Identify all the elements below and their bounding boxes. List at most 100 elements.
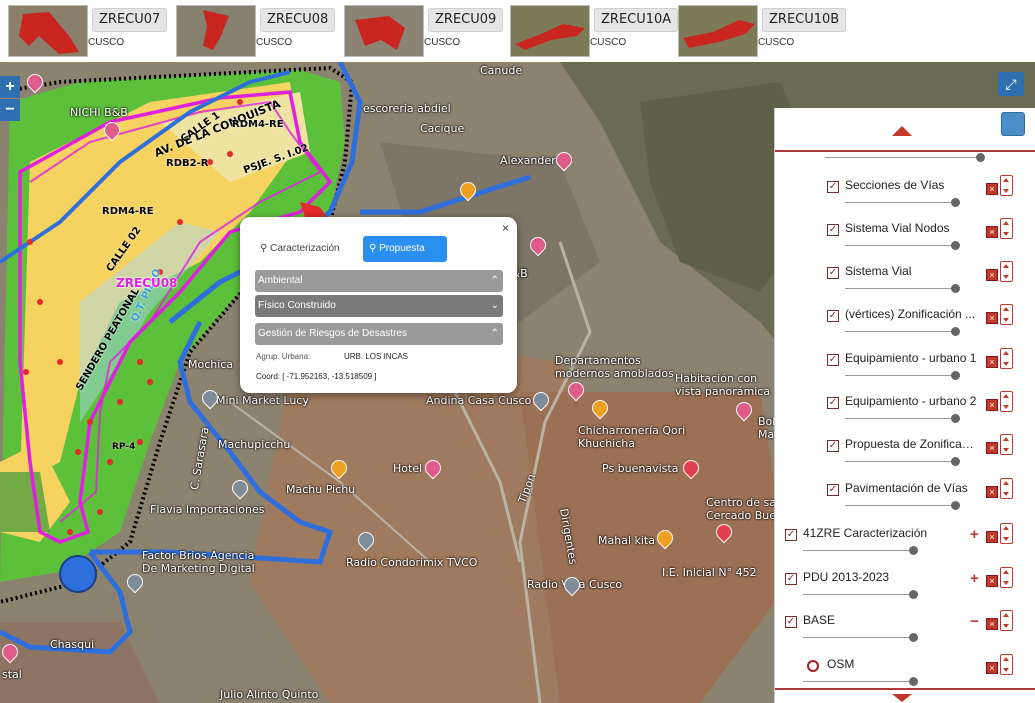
remove-layer-icon[interactable]: ×	[986, 575, 998, 587]
zone-thumbnail[interactable]	[8, 5, 88, 57]
zone-thumbnail[interactable]	[510, 5, 590, 57]
scroll-down-icon[interactable]	[892, 694, 912, 702]
layers-icon[interactable]	[1001, 112, 1025, 136]
remove-layer-icon[interactable]: ×	[986, 486, 998, 498]
opacity-slider[interactable]	[845, 241, 960, 250]
reorder-icon[interactable]	[1000, 348, 1013, 369]
layer-checkbox[interactable]: ✓	[827, 354, 839, 366]
zone-name[interactable]: ZRECU10A	[594, 8, 679, 32]
remove-layer-icon[interactable]: ×	[986, 442, 998, 454]
section-gestion-riesgos[interactable]: Gestión de Riesgos de Desastres ⌃	[255, 323, 503, 345]
opacity-slider[interactable]	[825, 153, 985, 162]
opacity-slider[interactable]	[803, 546, 918, 555]
slider-knob[interactable]	[976, 153, 985, 162]
layer-row[interactable]: ✓ (vértices) Zonificación ... ×	[775, 304, 1035, 347]
zone-name[interactable]: ZRECU07	[92, 8, 168, 32]
reorder-icon[interactable]	[1000, 610, 1013, 631]
zone-name[interactable]: ZRECU08	[260, 8, 336, 32]
layer-row[interactable]: OSM ×	[775, 654, 1035, 697]
remove-layer-icon[interactable]: ×	[986, 356, 998, 368]
slider-knob[interactable]	[909, 546, 918, 555]
opacity-slider[interactable]	[845, 501, 960, 510]
layer-row[interactable]: ✓ BASE − ×	[775, 610, 1035, 653]
reorder-icon[interactable]	[1000, 218, 1013, 239]
slider-knob[interactable]	[909, 590, 918, 599]
slider-knob[interactable]	[951, 414, 960, 423]
remove-layer-icon[interactable]: ×	[986, 269, 998, 281]
layer-checkbox[interactable]: ✓	[827, 224, 839, 236]
opacity-slider[interactable]	[845, 198, 960, 207]
section-ambiental[interactable]: Ambiental ⌃	[255, 270, 503, 292]
zone-card-zrecu10a[interactable]: ZRECU10A CUSCO	[508, 5, 679, 57]
tab-caracterizacion[interactable]: ⚲ Caracterización	[254, 236, 346, 262]
remove-layer-icon[interactable]: ×	[986, 662, 998, 674]
layer-radio[interactable]	[807, 660, 819, 672]
zone-name[interactable]: ZRECU10B	[762, 8, 847, 32]
expand-icon[interactable]: +	[970, 571, 979, 586]
reorder-icon[interactable]	[1000, 478, 1013, 499]
slider-knob[interactable]	[951, 371, 960, 380]
opacity-slider[interactable]	[845, 457, 960, 466]
zone-name[interactable]: ZRECU09	[428, 8, 504, 32]
reorder-icon[interactable]	[1000, 567, 1013, 588]
slider-knob[interactable]	[951, 501, 960, 510]
zone-card-zrecu08[interactable]: ZRECU08 CUSCO	[174, 5, 336, 57]
slider-knob[interactable]	[909, 677, 918, 686]
layer-row[interactable]: ✓ Equipamiento - urbano 1 ×	[775, 348, 1035, 391]
reorder-icon[interactable]	[1000, 175, 1013, 196]
layer-checkbox[interactable]: ✓	[827, 484, 839, 496]
layer-row[interactable]: ✓ Secciones de Vías ×	[775, 175, 1035, 218]
reorder-icon[interactable]	[1000, 391, 1013, 412]
layer-checkbox[interactable]: ✓	[827, 181, 839, 193]
expand-icon[interactable]: +	[970, 527, 979, 542]
layer-checkbox[interactable]: ✓	[827, 440, 839, 452]
fullscreen-button[interactable]: ⤢	[998, 72, 1024, 96]
zone-card-zrecu10b[interactable]: ZRECU10B CUSCO	[676, 5, 847, 57]
layer-row[interactable]: ✓ Sistema Vial ×	[775, 261, 1035, 304]
layer-row[interactable]: ✓ Propuesta de Zonificaci... ×	[775, 434, 1035, 477]
opacity-slider[interactable]	[845, 284, 960, 293]
opacity-slider[interactable]	[803, 677, 918, 686]
slider-knob[interactable]	[951, 198, 960, 207]
slider-knob[interactable]	[951, 457, 960, 466]
reorder-icon[interactable]	[1000, 654, 1013, 675]
reorder-icon[interactable]	[1000, 434, 1013, 455]
layer-checkbox[interactable]: ✓	[827, 397, 839, 409]
zone-card-zrecu07[interactable]: ZRECU07 CUSCO	[6, 5, 168, 57]
reorder-icon[interactable]	[1000, 304, 1013, 325]
layer-checkbox[interactable]: ✓	[827, 267, 839, 279]
zone-thumbnail[interactable]	[678, 5, 758, 57]
layer-row[interactable]: ✓ Equipamiento - urbano 2 ×	[775, 391, 1035, 434]
layer-checkbox[interactable]: ✓	[785, 529, 797, 541]
close-button[interactable]: ×	[502, 221, 509, 235]
zone-thumbnail[interactable]	[176, 5, 256, 57]
zoom-out-button[interactable]: −	[0, 99, 20, 121]
remove-layer-icon[interactable]: ×	[986, 399, 998, 411]
reorder-icon[interactable]	[1000, 261, 1013, 282]
layer-row[interactable]: ✓ PDU 2013-2023 + ×	[775, 567, 1035, 610]
zoom-in-button[interactable]: +	[0, 76, 20, 98]
remove-layer-icon[interactable]: ×	[986, 183, 998, 195]
slider-knob[interactable]	[951, 284, 960, 293]
tab-propuesta[interactable]: ⚲ Propuesta	[363, 236, 447, 262]
layer-row[interactable]: ✓ 41ZRE Caracterización + ×	[775, 523, 1035, 566]
collapse-icon[interactable]: −	[970, 614, 979, 629]
layer-checkbox[interactable]: ✓	[785, 573, 797, 585]
layer-row[interactable]: ✓ Sistema Vial Nodos ×	[775, 218, 1035, 261]
zone-card-zrecu09[interactable]: ZRECU09 CUSCO	[342, 5, 504, 57]
scroll-up-icon[interactable]	[892, 126, 912, 136]
layer-checkbox[interactable]: ✓	[827, 310, 839, 322]
layer-checkbox[interactable]: ✓	[785, 616, 797, 628]
remove-layer-icon[interactable]: ×	[986, 531, 998, 543]
opacity-slider[interactable]	[845, 371, 960, 380]
zone-thumbnail[interactable]	[344, 5, 424, 57]
remove-layer-icon[interactable]: ×	[986, 618, 998, 630]
layer-row[interactable]: ✓ Pavimentación de Vías ×	[775, 478, 1035, 521]
slider-knob[interactable]	[951, 327, 960, 336]
remove-layer-icon[interactable]: ×	[986, 312, 998, 324]
slider-knob[interactable]	[951, 241, 960, 250]
opacity-slider[interactable]	[803, 590, 918, 599]
opacity-slider[interactable]	[845, 327, 960, 336]
opacity-slider[interactable]	[845, 414, 960, 423]
slider-knob[interactable]	[909, 633, 918, 642]
